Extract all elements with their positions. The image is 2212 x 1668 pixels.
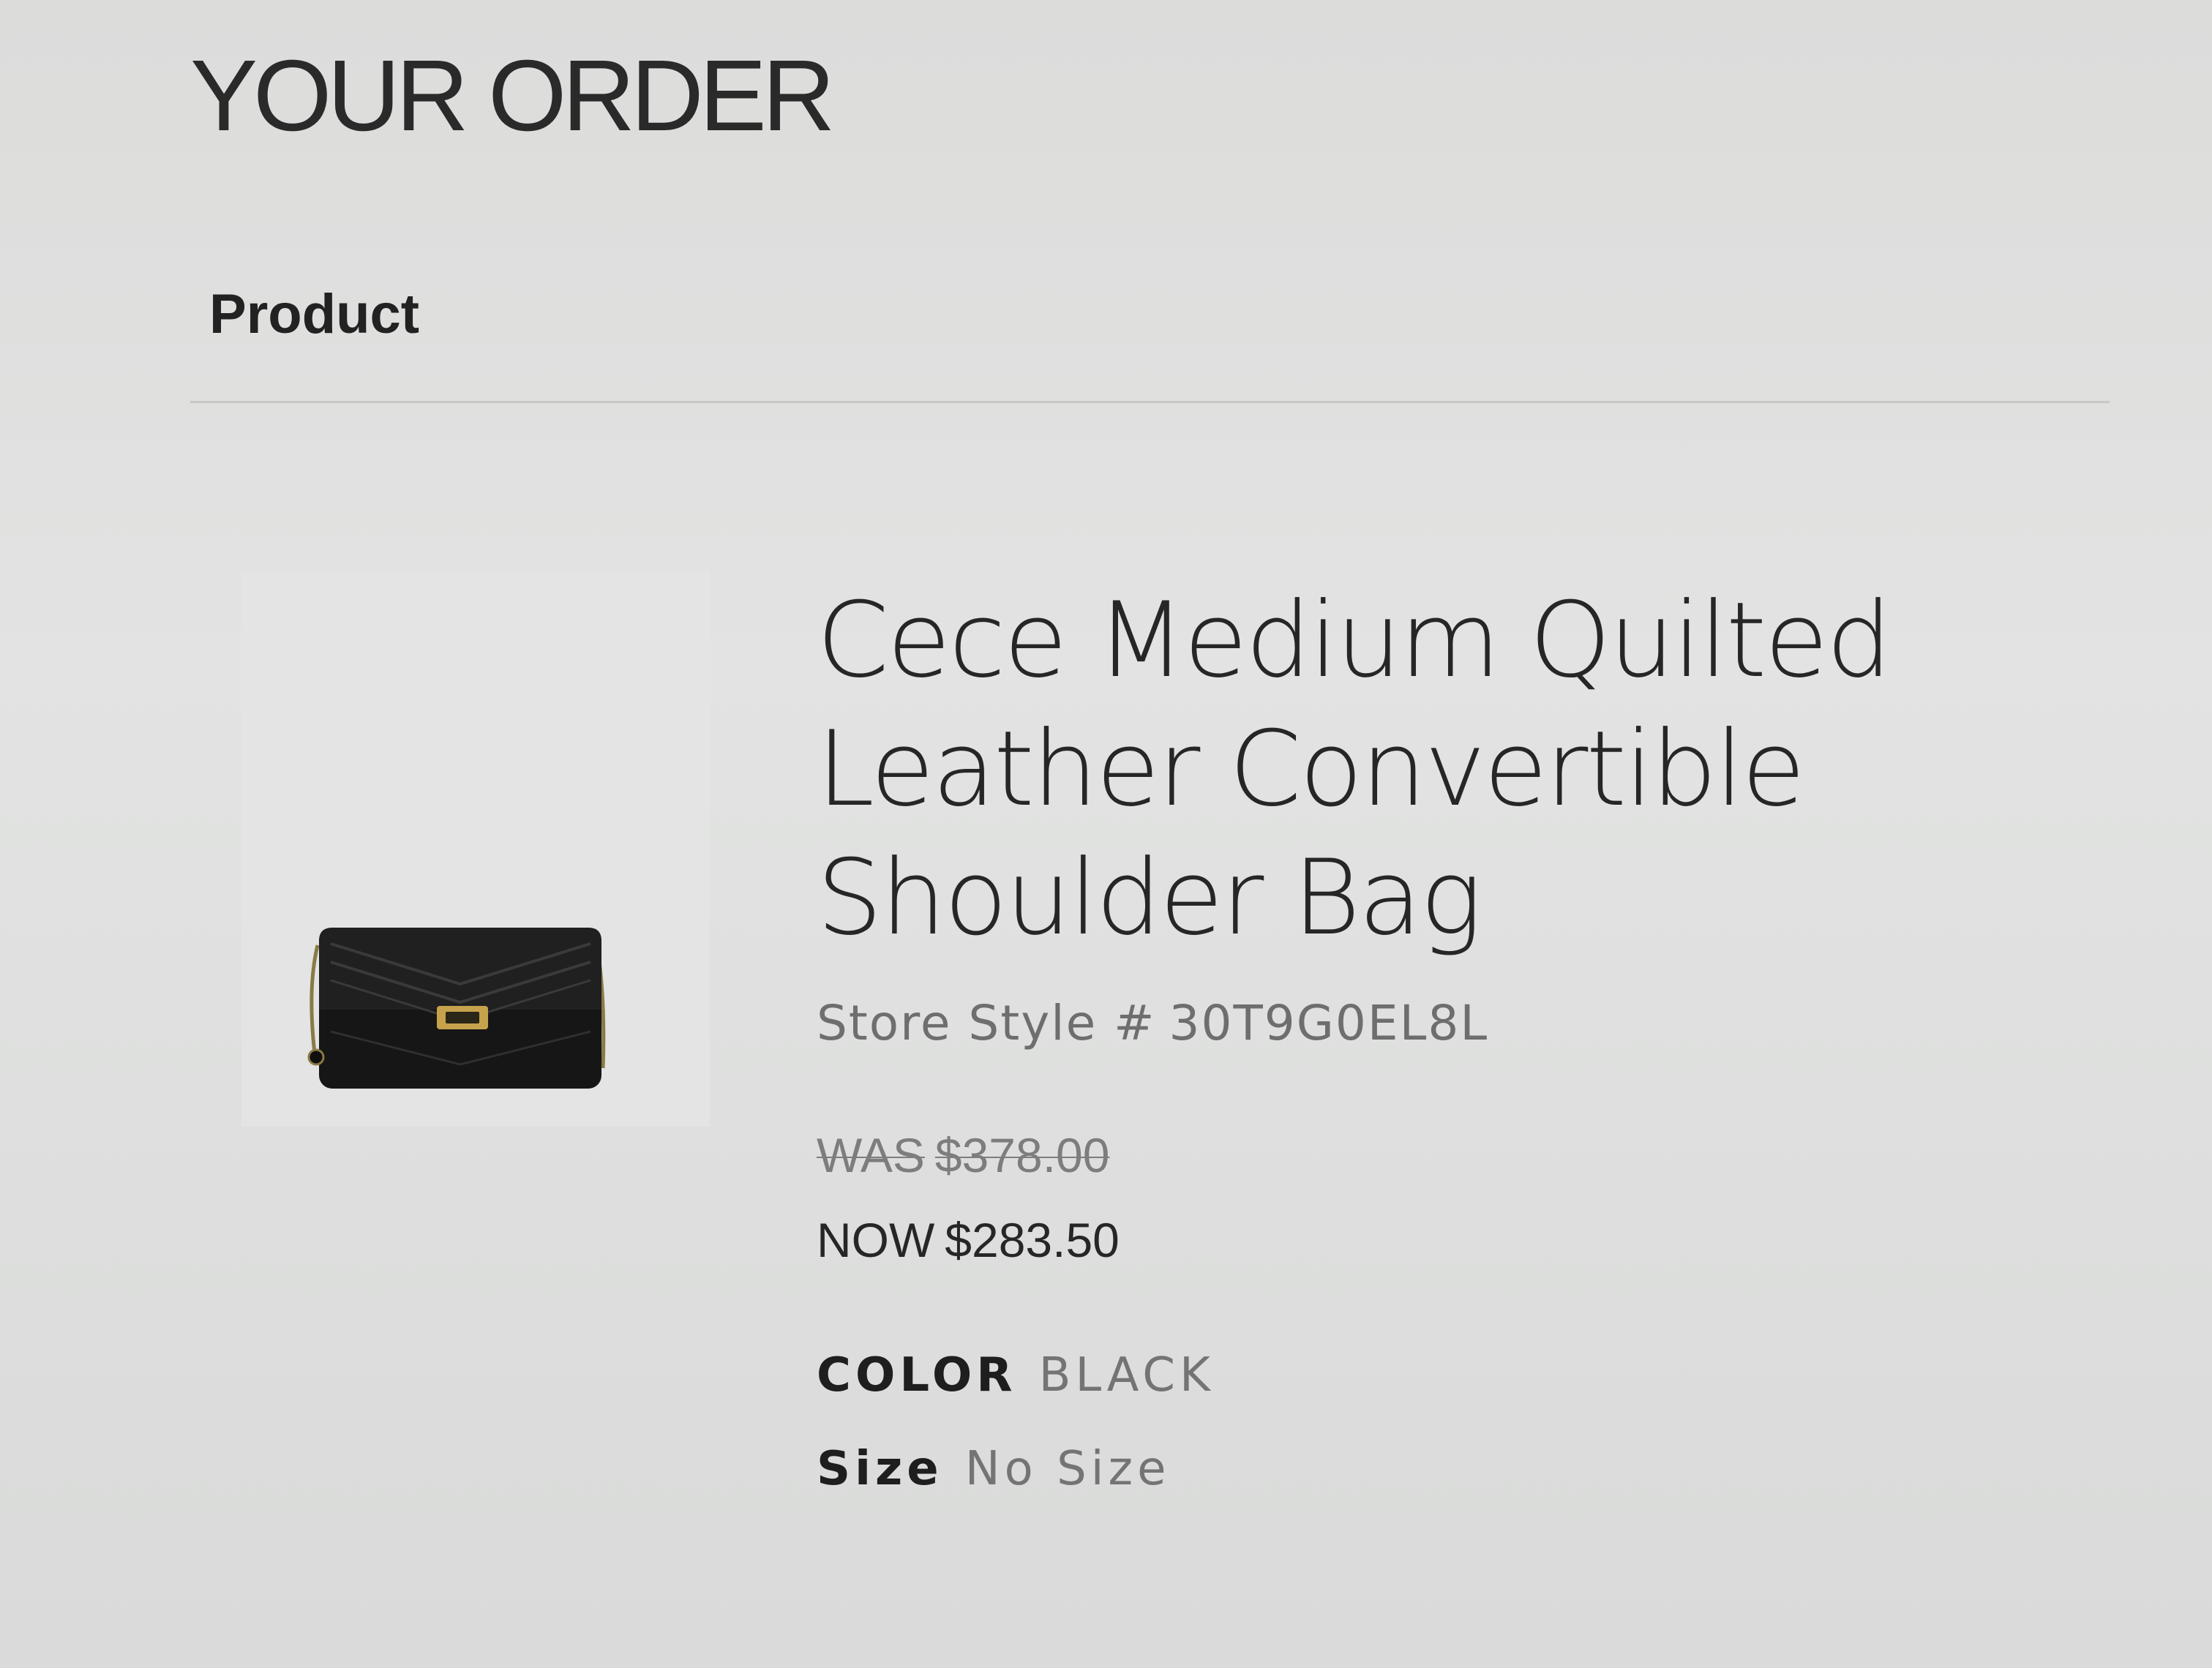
product-name[interactable]: Cece Medium Quilted Leather Convertible … bbox=[817, 576, 1987, 963]
product-column-header: Product bbox=[209, 283, 420, 345]
product-name-line-1[interactable]: Cece Medium Quilted bbox=[817, 576, 1987, 705]
was-label: WAS bbox=[817, 1128, 925, 1182]
now-label: NOW bbox=[817, 1213, 935, 1267]
store-style-number: Store Style #30T9G0EL8L bbox=[817, 995, 1987, 1051]
product-details: Cece Medium Quilted Leather Convertible … bbox=[817, 576, 1987, 1496]
product-name-line-2[interactable]: Leather Convertible bbox=[817, 705, 1987, 834]
color-attribute: COLOR BLACK bbox=[817, 1348, 1987, 1402]
was-price-value: $378.00 bbox=[934, 1128, 1110, 1182]
sale-price: NOW $283.50 bbox=[817, 1212, 1987, 1268]
original-price: WAS $378.00 bbox=[817, 1127, 1987, 1183]
store-style-label: Store Style # bbox=[817, 995, 1156, 1051]
quilted-bag-icon[interactable] bbox=[301, 900, 623, 1090]
size-label: Size bbox=[817, 1442, 943, 1496]
order-title: YOUR ORDER bbox=[190, 40, 835, 152]
order-summary-page: YOUR ORDER Product Cece Medium Quilted L… bbox=[0, 0, 2212, 1668]
size-attribute: Size No Size bbox=[817, 1442, 1987, 1496]
header-divider bbox=[190, 401, 2110, 403]
store-style-value: 30T9G0EL8L bbox=[1169, 995, 1489, 1051]
now-price-value: $283.50 bbox=[945, 1213, 1120, 1267]
product-name-line-3[interactable]: Shoulder Bag bbox=[817, 834, 1987, 963]
color-value: BLACK bbox=[1038, 1348, 1215, 1402]
color-label: COLOR bbox=[817, 1348, 1017, 1402]
size-value: No Size bbox=[964, 1442, 1171, 1496]
